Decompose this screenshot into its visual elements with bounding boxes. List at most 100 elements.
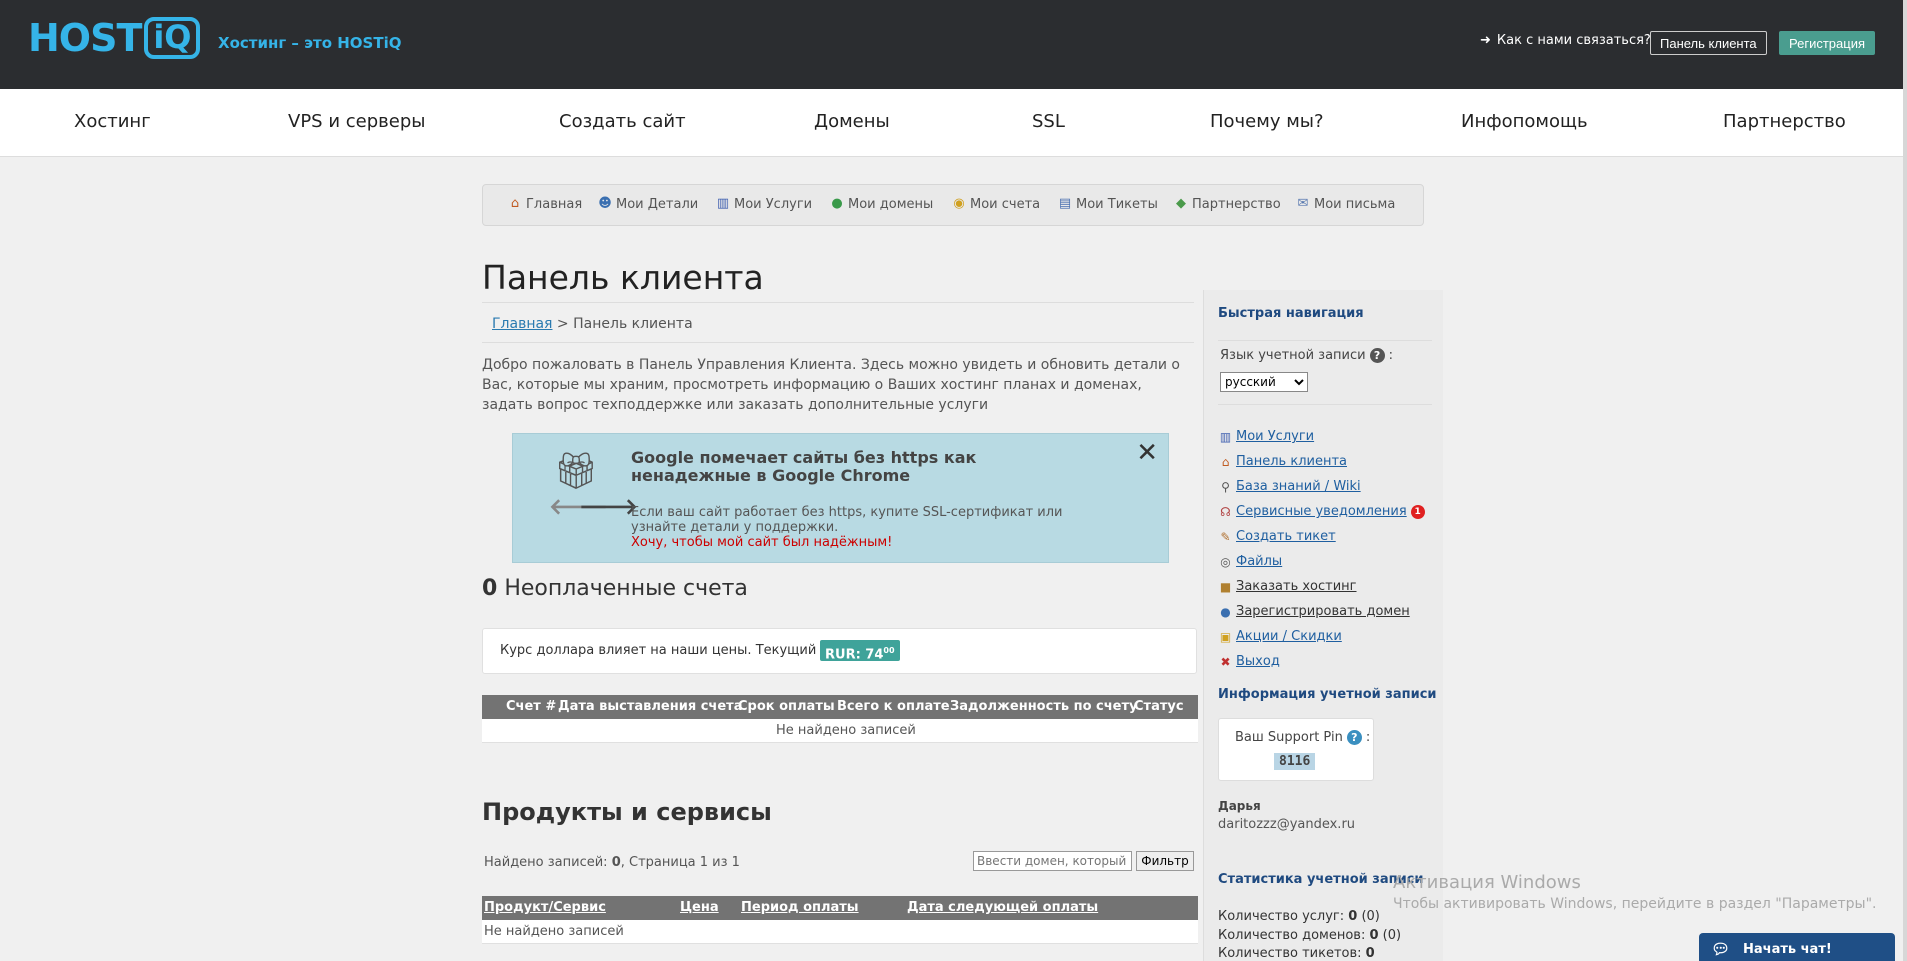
sidebar-link-label[interactable]: Создать тикет <box>1236 529 1336 544</box>
col-balance[interactable]: Задолженность по счету <box>950 699 1138 714</box>
stat-label: Количество доменов: <box>1218 928 1370 943</box>
client-nav-invoices[interactable]: ◉ Мои счета <box>951 196 1040 212</box>
close-icon[interactable]: ✕ <box>1136 438 1158 468</box>
filter-button[interactable]: Фильтр <box>1136 851 1194 871</box>
chat-bubble-icon: 💬︎ <box>1711 940 1731 958</box>
sidebar-link-label[interactable]: База знаний / Wiki <box>1236 479 1361 494</box>
col-invoice-number[interactable]: Счет # <box>506 699 556 714</box>
sidebar-link-label[interactable]: Акции / Скидки <box>1236 629 1342 644</box>
help-icon[interactable]: ? <box>1369 348 1385 363</box>
windows-activation-title: Активация Windows <box>1393 872 1581 893</box>
col-billing-period[interactable]: Период оплаты <box>741 900 859 915</box>
col-status[interactable]: Статус <box>1134 699 1184 714</box>
stat-label: Количество тикетов: <box>1218 946 1366 961</box>
client-nav-label: Мои домены <box>848 196 934 212</box>
col-next-due-date[interactable]: Дата следующей оплаты <box>907 900 1098 915</box>
globe-icon: ● <box>831 196 843 211</box>
records-found: Найдено записей: 0, Страница 1 из 1 <box>484 855 740 870</box>
client-nav-domains[interactable]: ● Мои домены <box>829 196 933 212</box>
tagline: Хостинг – это HOSTiQ <box>218 34 402 52</box>
hostiq-logo[interactable]: HOST iQ <box>28 16 201 60</box>
found-count: 0 <box>611 855 621 870</box>
promo-title: Google помечает сайты без https как нена… <box>631 448 977 485</box>
next-arrow-icon[interactable]: 🡒 <box>579 494 638 520</box>
box-icon: ■ <box>1219 579 1232 594</box>
stat-extra: (0) <box>1357 909 1380 924</box>
nav-info-help[interactable]: Инфопомощь <box>1461 111 1588 132</box>
promo-link[interactable]: Хочу, чтобы мой сайт был надёжным! <box>631 535 892 550</box>
disc-icon: ◎ <box>1220 554 1231 569</box>
quick-nav-title: Быстрая навигация <box>1218 306 1364 321</box>
col-total[interactable]: Всего к оплате <box>837 699 950 714</box>
sidebar-item-logout[interactable]: ✖ Выход <box>1218 649 1425 674</box>
client-nav-partnership[interactable]: ◆ Партнерство <box>1173 196 1281 212</box>
sidebar-link-label[interactable]: Панель клиента <box>1236 454 1347 469</box>
user-email: daritozzz@yandex.ru <box>1218 817 1356 832</box>
register-button[interactable]: Регистрация <box>1779 31 1875 55</box>
client-nav-mail[interactable]: ✉ Мои письма <box>1295 196 1396 212</box>
sidebar-link-label[interactable]: Мои Услуги <box>1236 429 1314 444</box>
scrollbar[interactable] <box>1903 0 1907 961</box>
nav-ssl[interactable]: SSL <box>1032 111 1065 132</box>
contact-link[interactable]: ➜ Как с нами связаться? <box>1480 33 1651 48</box>
nav-domains[interactable]: Домены <box>814 111 890 132</box>
breadcrumb: Главная > Панель клиента <box>492 316 693 332</box>
language-select[interactable]: русский <box>1220 372 1308 392</box>
nav-hosting[interactable]: Хостинг <box>74 111 151 132</box>
nav-partnership[interactable]: Партнерство <box>1723 111 1846 132</box>
home-icon: ⌂ <box>510 196 520 211</box>
client-nav-tickets[interactable]: ▤ Мои Тикеты <box>1057 196 1158 212</box>
nav-create-site[interactable]: Создать сайт <box>559 111 686 132</box>
client-nav-label: Партнерство <box>1192 196 1281 212</box>
col-issue-date[interactable]: Дата выставления счета <box>558 699 742 714</box>
exit-icon: ✖ <box>1220 654 1231 669</box>
col-product[interactable]: Продукт/Сервис <box>484 900 606 915</box>
sidebar-item-client-panel[interactable]: ⌂ Панель клиента <box>1218 449 1425 474</box>
sidebar-item-register-domain[interactable]: ● Зарегистрировать домен <box>1218 599 1425 624</box>
stat-value: 0 <box>1348 909 1358 924</box>
logo-iq-text: iQ <box>144 17 201 59</box>
pencil-icon: ✎ <box>1220 529 1231 544</box>
sidebar-item-order-hosting[interactable]: ■ Заказать хостинг <box>1218 574 1425 599</box>
windows-activation-subtitle: Чтобы активировать Windows, перейдите в … <box>1393 896 1877 912</box>
home-icon: ⌂ <box>1221 454 1230 469</box>
client-nav-services[interactable]: ▥ Мои Услуги <box>715 196 812 212</box>
chart-icon: ▥ <box>1219 429 1232 444</box>
col-due-date[interactable]: Срок оплаты <box>738 699 835 714</box>
chat-button[interactable]: 💬︎ Начать чат! <box>1699 933 1895 961</box>
breadcrumb-home-link[interactable]: Главная <box>492 316 552 332</box>
nav-vps[interactable]: VPS и серверы <box>288 111 425 132</box>
promo-banner: 🎁︎ 🡐 🡒 Google помечает сайты без https к… <box>512 433 1169 563</box>
client-panel-button[interactable]: Панель клиента <box>1650 31 1767 55</box>
client-nav-details[interactable]: ☻ Мои Детали <box>597 196 698 212</box>
globe-icon: ● <box>1220 604 1231 619</box>
stat-value: 0 <box>1365 946 1375 961</box>
sidebar-item-knowledgebase[interactable]: ⚲ База знаний / Wiki <box>1218 474 1425 499</box>
search-icon: ⚲ <box>1221 479 1230 494</box>
found-prefix: Найдено записей: <box>484 855 612 870</box>
sidebar-item-promotions[interactable]: ▣ Акции / Скидки <box>1218 624 1425 649</box>
stat-extra: (0) <box>1378 928 1402 943</box>
domain-filter-input[interactable] <box>973 851 1132 871</box>
client-nav-label: Мои Услуги <box>734 196 813 212</box>
nav-why-us[interactable]: Почему мы? <box>1210 111 1324 132</box>
help-icon[interactable]: ? <box>1346 730 1362 745</box>
sidebar-item-services[interactable]: ▥ Мои Услуги <box>1218 424 1425 449</box>
col-price[interactable]: Цена <box>680 900 719 915</box>
client-nav-label: Мои счета <box>970 196 1041 212</box>
sidebar-link-label[interactable]: Выход <box>1236 654 1280 669</box>
sidebar-item-files[interactable]: ◎ Файлы <box>1218 549 1425 574</box>
stat-label: Количество услуг: <box>1218 909 1349 924</box>
stat-services: Количество услуг: 0 (0) <box>1218 909 1380 924</box>
sidebar-item-create-ticket[interactable]: ✎ Создать тикет <box>1218 524 1425 549</box>
sidebar-item-notifications[interactable]: ☊ Сервисные уведомления 1 <box>1218 499 1425 524</box>
client-nav-home[interactable]: ⌂ Главная <box>507 196 582 212</box>
breadcrumb-current: Панель клиента <box>573 316 693 332</box>
table-row: Не найдено записей <box>482 920 1198 944</box>
client-nav-label: Мои Детали <box>616 196 699 212</box>
sidebar-link-label[interactable]: Файлы <box>1236 554 1282 569</box>
sidebar-link-label[interactable]: Заказать хостинг <box>1236 579 1357 594</box>
antenna-icon: ☊ <box>1220 504 1231 519</box>
sidebar-link-label[interactable]: Сервисные уведомления <box>1236 504 1407 519</box>
sidebar-link-label[interactable]: Зарегистрировать домен <box>1236 604 1410 619</box>
